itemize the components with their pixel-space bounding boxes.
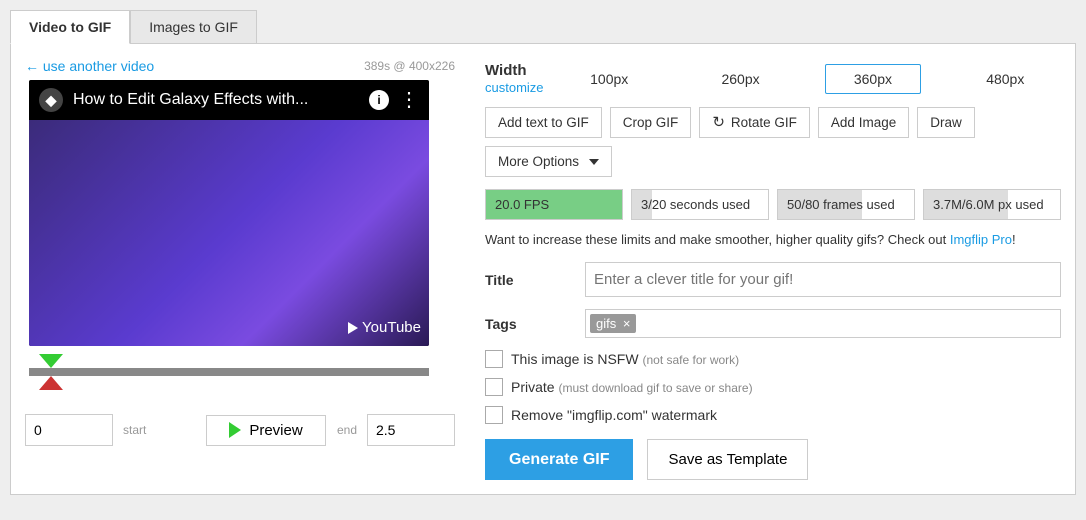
chevron-down-icon: [589, 159, 599, 165]
tab-images-to-gif[interactable]: Images to GIF: [130, 10, 257, 44]
imgflip-pro-link[interactable]: Imgflip Pro: [950, 232, 1012, 247]
px-stat: 3.7M/6.0M px used: [923, 189, 1061, 220]
main-panel: ← use another video 389s @ 400x226 ◆ How…: [10, 43, 1076, 495]
width-label: Width: [485, 62, 544, 79]
seconds-stat: 3/20 seconds used: [631, 189, 769, 220]
video-preview[interactable]: ◆ How to Edit Galaxy Effects with... i ⋮…: [29, 80, 429, 346]
play-icon: [229, 422, 241, 438]
start-label: start: [123, 423, 146, 437]
rotate-icon: ↻: [712, 116, 725, 129]
preview-button[interactable]: Preview: [206, 415, 325, 446]
frames-stat: 50/80 frames used: [777, 189, 915, 220]
tag-chip: gifs ×: [590, 314, 636, 333]
slider-start-handle[interactable]: [39, 354, 63, 368]
more-icon[interactable]: ⋮: [399, 90, 419, 110]
channel-avatar-icon: ◆: [39, 88, 63, 112]
add-image-button[interactable]: Add Image: [818, 107, 909, 138]
end-time-input[interactable]: [367, 414, 455, 446]
play-icon: [348, 322, 358, 334]
width-option-360[interactable]: 360px: [825, 64, 921, 94]
trim-slider[interactable]: [29, 354, 429, 390]
private-label: Private (must download gif to save or sh…: [511, 379, 753, 395]
width-option-100[interactable]: 100px: [562, 65, 656, 93]
video-dimensions-label: 389s @ 400x226: [364, 59, 455, 73]
generate-gif-button[interactable]: Generate GIF: [485, 439, 633, 480]
tab-video-to-gif[interactable]: Video to GIF: [10, 10, 130, 44]
end-label: end: [337, 423, 357, 437]
nsfw-checkbox[interactable]: [485, 350, 503, 368]
title-label: Title: [485, 272, 585, 288]
video-frame: [29, 120, 429, 346]
slider-end-handle[interactable]: [39, 376, 63, 390]
start-time-input[interactable]: [25, 414, 113, 446]
video-title: How to Edit Galaxy Effects with...: [73, 91, 359, 109]
customize-width-link[interactable]: customize: [485, 80, 544, 95]
nsfw-label: This image is NSFW (not safe for work): [511, 351, 739, 367]
upsell-text: Want to increase these limits and make s…: [485, 232, 1061, 247]
draw-button[interactable]: Draw: [917, 107, 975, 138]
tags-label: Tags: [485, 316, 585, 332]
tags-input[interactable]: gifs ×: [585, 309, 1061, 338]
slider-track[interactable]: [29, 368, 429, 376]
youtube-badge: YouTube: [348, 319, 421, 336]
more-options-button[interactable]: More Options: [485, 146, 612, 177]
tabs: Video to GIF Images to GIF: [10, 10, 1076, 44]
private-checkbox[interactable]: [485, 378, 503, 396]
crop-button[interactable]: Crop GIF: [610, 107, 692, 138]
title-input[interactable]: [585, 262, 1061, 297]
fps-stat: 20.0 FPS: [485, 189, 623, 220]
add-text-button[interactable]: Add text to GIF: [485, 107, 602, 138]
remove-tag-icon[interactable]: ×: [623, 316, 631, 331]
rotate-button[interactable]: ↻Rotate GIF: [699, 107, 810, 138]
remove-watermark-checkbox[interactable]: [485, 406, 503, 424]
use-another-video-link[interactable]: ← use another video: [25, 58, 154, 74]
save-template-button[interactable]: Save as Template: [647, 439, 808, 480]
width-option-260[interactable]: 260px: [693, 65, 787, 93]
width-option-480[interactable]: 480px: [958, 65, 1052, 93]
remove-watermark-label: Remove "imgflip.com" watermark: [511, 407, 717, 423]
info-icon[interactable]: i: [369, 90, 389, 110]
